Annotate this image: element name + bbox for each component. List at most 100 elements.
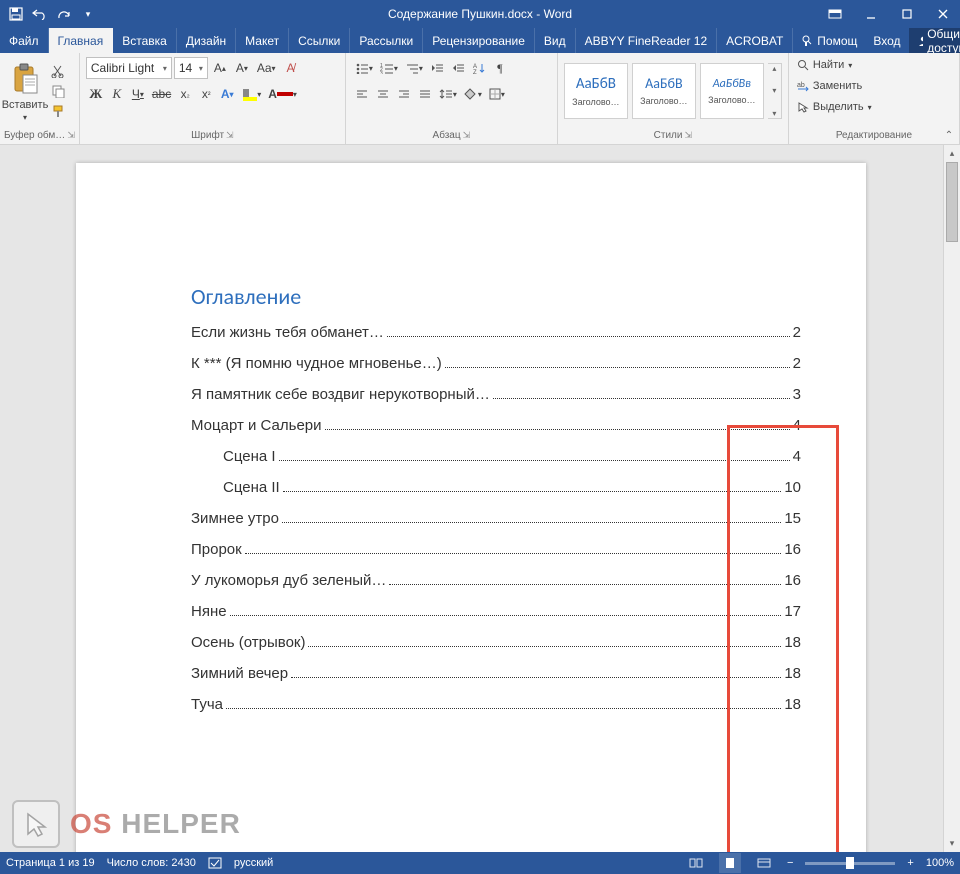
highlight-button[interactable]: ▾ xyxy=(238,83,264,105)
svg-text:ab: ab xyxy=(797,82,805,89)
scroll-up-icon[interactable]: ▴ xyxy=(944,145,960,162)
toc-entry[interactable]: Няне17 xyxy=(191,603,801,620)
styles-gallery-more[interactable]: ▴▾▾ xyxy=(768,63,782,119)
zoom-in-button[interactable]: + xyxy=(907,857,913,869)
toc-entry[interactable]: Моцарт и Сальери4 xyxy=(191,417,801,434)
format-painter-icon[interactable] xyxy=(48,102,68,120)
dialog-launcher-icon[interactable]: ⇲ xyxy=(463,130,471,141)
show-marks-button[interactable]: ¶ xyxy=(490,57,510,79)
text-effects-button[interactable]: A▾ xyxy=(217,83,237,105)
change-case-button[interactable]: Aa▾ xyxy=(254,57,279,79)
underline-button[interactable]: Ч▾ xyxy=(128,83,148,105)
save-icon[interactable] xyxy=(6,4,26,24)
indent-decrease-button[interactable] xyxy=(427,57,447,79)
toc-entry[interactable]: Осень (отрывок)18 xyxy=(191,634,801,651)
tab-file[interactable]: Файл xyxy=(0,28,49,53)
toc-entry[interactable]: Зимнее утро15 xyxy=(191,510,801,527)
sign-in-link[interactable]: Вход xyxy=(865,34,908,48)
tab-design[interactable]: Дизайн xyxy=(177,28,236,53)
toc-entry[interactable]: Сцена I4 xyxy=(191,448,801,465)
font-size-combo[interactable]: 14▾ xyxy=(174,57,208,79)
align-center-button[interactable] xyxy=(373,83,393,105)
toc-entry[interactable]: Я памятник себе воздвиг нерукотворный…3 xyxy=(191,386,801,403)
copy-icon[interactable] xyxy=(48,82,68,100)
cut-icon[interactable] xyxy=(48,62,68,80)
status-page[interactable]: Страница 1 из 19 xyxy=(6,857,95,869)
indent-increase-button[interactable] xyxy=(448,57,468,79)
style-heading2[interactable]: АаБбВЗаголово… xyxy=(632,63,696,119)
strike-button[interactable]: abc xyxy=(149,83,174,105)
shading-button[interactable]: ▾ xyxy=(461,83,485,105)
grow-font-button[interactable]: A▴ xyxy=(210,57,230,79)
tab-insert[interactable]: Вставка xyxy=(113,28,177,53)
italic-button[interactable]: К xyxy=(107,83,127,105)
view-read-icon[interactable] xyxy=(685,853,707,873)
status-bar: Страница 1 из 19 Число слов: 2430 русски… xyxy=(0,852,960,874)
scroll-thumb[interactable] xyxy=(946,162,958,242)
align-right-button[interactable] xyxy=(394,83,414,105)
page[interactable]: Оглавление Если жизнь тебя обманет…2К **… xyxy=(76,163,866,852)
select-button[interactable]: Выделить ▾ xyxy=(795,97,953,117)
dialog-launcher-icon[interactable]: ⇲ xyxy=(684,130,692,141)
undo-icon[interactable] xyxy=(30,4,50,24)
view-web-icon[interactable] xyxy=(753,853,775,873)
tell-me-search[interactable]: Помощ xyxy=(793,34,865,48)
toc-entry[interactable]: У лукоморья дуб зеленый…16 xyxy=(191,572,801,589)
dialog-launcher-icon[interactable]: ⇲ xyxy=(67,130,75,141)
tab-mailings[interactable]: Рассылки xyxy=(350,28,423,53)
borders-button[interactable]: ▾ xyxy=(486,83,508,105)
view-print-icon[interactable] xyxy=(719,853,741,873)
status-proofing-icon[interactable] xyxy=(208,856,222,870)
tab-view[interactable]: Вид xyxy=(535,28,576,53)
clear-format-button[interactable]: A̸ xyxy=(281,57,301,79)
align-left-button[interactable] xyxy=(352,83,372,105)
close-icon[interactable] xyxy=(926,0,960,28)
toc-entry[interactable]: Сцена II10 xyxy=(191,479,801,496)
tab-abbyy[interactable]: ABBYY FineReader 12 xyxy=(576,28,718,53)
zoom-out-button[interactable]: − xyxy=(787,857,793,869)
zoom-slider[interactable] xyxy=(805,862,895,865)
maximize-icon[interactable] xyxy=(890,0,924,28)
numbering-button[interactable]: 123▾ xyxy=(377,57,401,79)
toc-entry[interactable]: Пророк16 xyxy=(191,541,801,558)
tab-references[interactable]: Ссылки xyxy=(289,28,350,53)
tab-review[interactable]: Рецензирование xyxy=(423,28,535,53)
toc-entry[interactable]: Туча18 xyxy=(191,696,801,713)
dialog-launcher-icon[interactable]: ⇲ xyxy=(226,130,234,141)
ribbon-display-icon[interactable] xyxy=(818,0,852,28)
status-word-count[interactable]: Число слов: 2430 xyxy=(107,857,196,869)
style-heading3[interactable]: АаБбВвЗаголово… xyxy=(700,63,764,119)
find-button[interactable]: Найти ▾ xyxy=(795,55,953,75)
superscript-button[interactable]: x² xyxy=(196,83,216,105)
replace-button[interactable]: abЗаменить xyxy=(795,76,953,96)
shrink-font-button[interactable]: A▾ xyxy=(232,57,252,79)
justify-button[interactable] xyxy=(415,83,435,105)
minimize-icon[interactable] xyxy=(854,0,888,28)
tab-home[interactable]: Главная xyxy=(49,28,114,53)
toc-page: 16 xyxy=(784,541,801,558)
sort-button[interactable]: AZ xyxy=(469,57,489,79)
zoom-level[interactable]: 100% xyxy=(926,857,954,869)
collapse-ribbon-icon[interactable]: ⌃ xyxy=(940,128,958,142)
scroll-down-icon[interactable]: ▾ xyxy=(944,835,960,852)
redo-icon[interactable] xyxy=(54,4,74,24)
tab-acrobat[interactable]: ACROBAT xyxy=(717,28,793,53)
subscript-button[interactable]: x₂ xyxy=(175,83,195,105)
bold-button[interactable]: Ж xyxy=(86,83,106,105)
toc-entry[interactable]: Если жизнь тебя обманет…2 xyxy=(191,324,801,341)
font-name-combo[interactable]: Calibri Light▾ xyxy=(86,57,172,79)
bullets-button[interactable]: ▾ xyxy=(352,57,376,79)
toc-entry[interactable]: Зимний вечер18 xyxy=(191,665,801,682)
vertical-scrollbar[interactable]: ▴ ▾ xyxy=(943,145,960,852)
line-spacing-button[interactable]: ▾ xyxy=(436,83,460,105)
share-button[interactable]: Общий доступ xyxy=(909,27,960,55)
toc-page: 16 xyxy=(784,572,801,589)
multilevel-button[interactable]: ▾ xyxy=(402,57,426,79)
status-language[interactable]: русский xyxy=(234,857,273,869)
font-color-button[interactable]: A▾ xyxy=(265,83,300,105)
paste-button[interactable]: Вставить ▾ xyxy=(4,59,46,122)
toc-entry[interactable]: К *** (Я помню чудное мгновенье…)2 xyxy=(191,355,801,372)
qat-customize-icon[interactable]: ▾ xyxy=(78,4,98,24)
tab-layout[interactable]: Макет xyxy=(236,28,289,53)
style-heading1[interactable]: АаБбВЗаголово… xyxy=(564,63,628,119)
